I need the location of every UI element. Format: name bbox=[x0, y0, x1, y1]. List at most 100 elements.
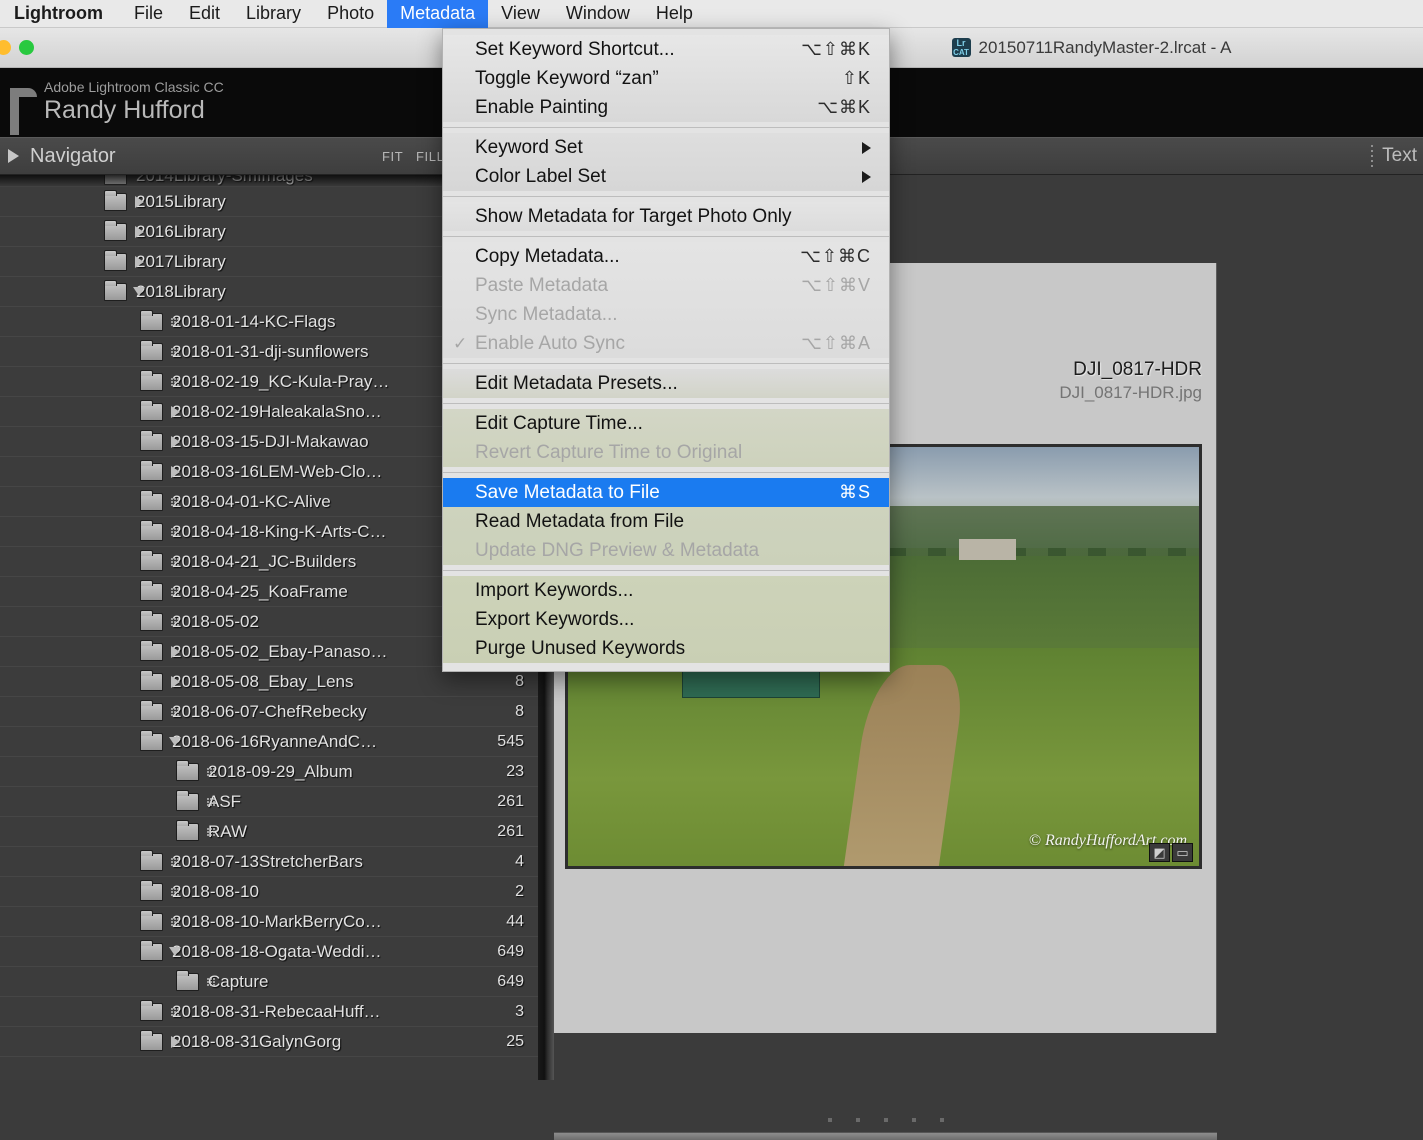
folder-icon bbox=[140, 429, 163, 451]
metadata-badge-icon[interactable]: ▭ bbox=[1172, 843, 1193, 862]
menu-item-color-label-set[interactable]: Color Label Set bbox=[443, 162, 889, 191]
folder-icon bbox=[140, 549, 163, 571]
folder-twisty-icon[interactable] bbox=[164, 317, 186, 326]
photo-badges[interactable]: ◩ ▭ bbox=[1149, 843, 1193, 862]
folder-twisty-icon[interactable] bbox=[164, 1035, 186, 1048]
folder-twisty-icon[interactable] bbox=[164, 857, 186, 866]
folder-row[interactable]: 2018-08-18-Ogata-Weddi… 649 bbox=[0, 937, 538, 967]
folder-row[interactable]: 2018-07-13StretcherBars 4 bbox=[0, 847, 538, 877]
menu-item-edit-capture-time[interactable]: Edit Capture Time... bbox=[443, 409, 889, 438]
menu-help[interactable]: Help bbox=[643, 0, 706, 28]
crop-badge-icon[interactable]: ◩ bbox=[1149, 843, 1170, 862]
folder-twisty-icon[interactable] bbox=[200, 977, 222, 986]
folder-icon bbox=[140, 1029, 163, 1051]
navigator-disclosure-icon[interactable] bbox=[8, 149, 19, 163]
folder-name: 2018-06-07-ChefRebecky bbox=[172, 701, 367, 721]
menu-item-keyword-set[interactable]: Keyword Set bbox=[443, 133, 889, 162]
folder-icon bbox=[140, 849, 163, 871]
folder-icon bbox=[140, 369, 163, 391]
text-filter-panel[interactable]: Text bbox=[1371, 145, 1417, 167]
menu-item-label: Copy Metadata... bbox=[475, 245, 620, 267]
folder-row[interactable]: 2018-08-10 2 bbox=[0, 877, 538, 907]
menu-file[interactable]: File bbox=[121, 0, 176, 28]
menu-library[interactable]: Library bbox=[233, 0, 314, 28]
folder-twisty-icon[interactable] bbox=[200, 797, 222, 806]
folder-icon bbox=[140, 999, 163, 1021]
folder-twisty-icon[interactable] bbox=[164, 645, 186, 658]
folder-row[interactable]: ASF 261 bbox=[0, 787, 538, 817]
menu-window[interactable]: Window bbox=[553, 0, 643, 28]
menu-item-set-keyword-shortcut[interactable]: Set Keyword Shortcut... ⌥⇧⌘K bbox=[443, 35, 889, 64]
menu-item-export-keywords[interactable]: Export Keywords... bbox=[443, 605, 889, 634]
folder-icon bbox=[140, 579, 163, 601]
menu-item-edit-metadata-presets[interactable]: Edit Metadata Presets... bbox=[443, 369, 889, 398]
folder-twisty-icon[interactable] bbox=[164, 947, 186, 956]
folder-photo-count: 261 bbox=[497, 822, 524, 840]
folder-twisty-icon[interactable] bbox=[200, 827, 222, 836]
folder-icon bbox=[140, 939, 163, 961]
menu-item-label: Toggle Keyword “zan” bbox=[475, 67, 659, 89]
folder-twisty-icon[interactable] bbox=[164, 497, 186, 506]
folder-twisty-icon[interactable] bbox=[128, 195, 150, 208]
folder-twisty-icon[interactable] bbox=[164, 737, 186, 746]
folder-row[interactable]: Capture 649 bbox=[0, 967, 538, 997]
folder-icon bbox=[140, 489, 163, 511]
folder-twisty-icon[interactable] bbox=[164, 707, 186, 716]
folder-twisty-icon[interactable] bbox=[164, 917, 186, 926]
folder-twisty-icon[interactable] bbox=[164, 587, 186, 596]
menu-photo[interactable]: Photo bbox=[314, 0, 387, 28]
folder-twisty-icon[interactable] bbox=[164, 405, 186, 418]
folder-row[interactable]: 2018-06-16RyanneAndC… 545 bbox=[0, 727, 538, 757]
folder-icon bbox=[176, 819, 199, 841]
navigator-label[interactable]: Navigator bbox=[30, 145, 116, 168]
menu-item-show-metadata-for-target-photo-only[interactable]: Show Metadata for Target Photo Only bbox=[443, 202, 889, 231]
menu-item-copy-metadata[interactable]: Copy Metadata... ⌥⇧⌘C bbox=[443, 242, 889, 271]
lightroom-catalog-icon: Lr CAT bbox=[951, 37, 971, 57]
submenu-arrow-icon bbox=[862, 170, 871, 183]
menu-view[interactable]: View bbox=[488, 0, 553, 28]
menu-item-save-metadata-to-file[interactable]: Save Metadata to File ⌘S bbox=[443, 478, 889, 507]
folder-twisty-icon[interactable] bbox=[200, 767, 222, 776]
navigator-fit-button[interactable]: FIT bbox=[382, 149, 403, 164]
folder-twisty-icon[interactable] bbox=[164, 1007, 186, 1016]
folder-icon bbox=[104, 279, 127, 301]
folder-twisty-icon[interactable] bbox=[164, 435, 186, 448]
folder-twisty-icon[interactable] bbox=[164, 617, 186, 626]
folder-row[interactable]: RAW 261 bbox=[0, 817, 538, 847]
menu-group: Keyword Set Color Label Set bbox=[443, 133, 889, 191]
folder-twisty-icon[interactable] bbox=[164, 347, 186, 356]
metadata-menu-dropdown[interactable]: Set Keyword Shortcut... ⌥⇧⌘K Toggle Keywor… bbox=[442, 28, 890, 672]
folder-row[interactable]: 2018-08-10-MarkBerryCo… 44 bbox=[0, 907, 538, 937]
folder-row[interactable]: 2018-06-07-ChefRebecky 8 bbox=[0, 697, 538, 727]
menu-separator bbox=[443, 570, 889, 571]
folder-photo-count: 3 bbox=[515, 1002, 524, 1020]
folder-twisty-icon[interactable] bbox=[128, 225, 150, 238]
menu-item-enable-painting[interactable]: Enable Painting ⌥⌘K bbox=[443, 93, 889, 122]
folder-icon bbox=[140, 699, 163, 721]
menu-edit[interactable]: Edit bbox=[176, 0, 233, 28]
menu-item-read-metadata-from-file[interactable]: Read Metadata from File bbox=[443, 507, 889, 536]
menu-item-label: Enable Auto Sync bbox=[475, 332, 625, 354]
menu-item-label: Set Keyword Shortcut... bbox=[475, 38, 675, 60]
folder-twisty-icon[interactable] bbox=[128, 287, 150, 296]
folder-row[interactable]: 2018-08-31-RebecaaHuff… 3 bbox=[0, 997, 538, 1027]
identity-user: Randy Hufford bbox=[44, 96, 205, 124]
folder-twisty-icon[interactable] bbox=[164, 887, 186, 896]
folder-twisty-icon[interactable] bbox=[164, 675, 186, 688]
folder-photo-count: 23 bbox=[506, 762, 524, 780]
menu-item-purge-unused-keywords[interactable]: Purge Unused Keywords bbox=[443, 634, 889, 663]
navigator-fill-button[interactable]: FILL bbox=[416, 149, 444, 164]
folder-row[interactable]: 2018-08-31GalynGorg 25 bbox=[0, 1027, 538, 1057]
menu-metadata[interactable]: Metadata bbox=[387, 0, 489, 28]
menu-item-import-keywords[interactable]: Import Keywords... bbox=[443, 576, 889, 605]
folder-icon bbox=[176, 759, 199, 781]
folder-twisty-icon[interactable] bbox=[164, 557, 186, 566]
folder-photo-count: 8 bbox=[515, 672, 524, 690]
folder-twisty-icon[interactable] bbox=[164, 377, 186, 386]
menu-lightroom[interactable]: Lightroom bbox=[0, 0, 121, 28]
menu-item-toggle-keyword-zan[interactable]: Toggle Keyword “zan” ⇧K bbox=[443, 64, 889, 93]
folder-twisty-icon[interactable] bbox=[164, 465, 186, 478]
folder-row[interactable]: 2018-09-29_Album 23 bbox=[0, 757, 538, 787]
folder-twisty-icon[interactable] bbox=[128, 255, 150, 268]
folder-twisty-icon[interactable] bbox=[164, 527, 186, 536]
